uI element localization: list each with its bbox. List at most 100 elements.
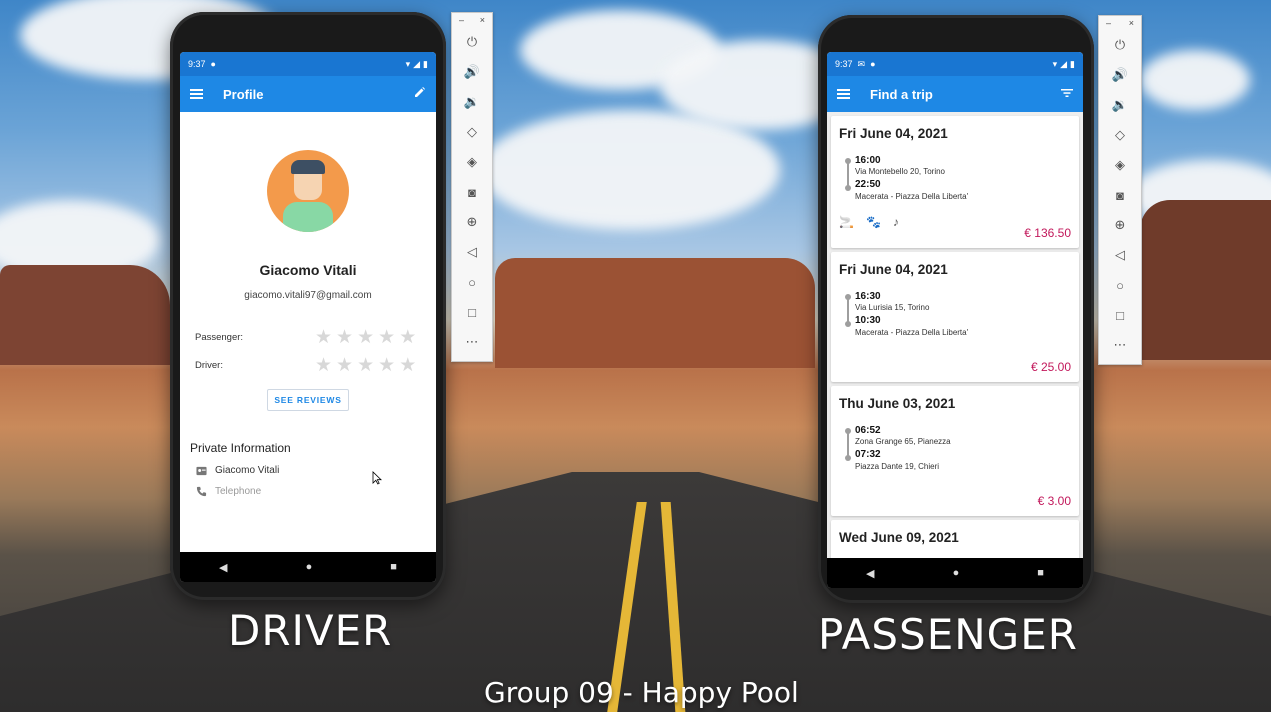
notification-icon: ● xyxy=(870,59,876,69)
star-icon: ★ xyxy=(357,326,375,348)
trip-list: Fri June 04, 2021 16:00 Via Montebello 2… xyxy=(827,112,1083,558)
star-icon: ★ xyxy=(399,326,417,348)
private-name: Giacomo Vitali xyxy=(215,465,280,476)
passenger-rating-row: Passenger: ★ ★ ★ ★ ★ xyxy=(180,323,436,351)
signal-icon: ◢ xyxy=(1060,58,1068,69)
trip-price: € 136.50 xyxy=(1024,226,1071,240)
home-icon[interactable]: ● xyxy=(953,567,960,579)
minimize-icon[interactable]: – xyxy=(1106,18,1111,28)
volume-down-icon[interactable]: 🔉 xyxy=(1099,90,1141,120)
toolbar-title: Profile xyxy=(223,86,264,102)
rotate-right-icon[interactable]: ◈ xyxy=(452,147,492,177)
camera-icon[interactable]: ◙ xyxy=(452,177,492,207)
rating-label: Driver: xyxy=(195,359,223,371)
profile-email: giacomo.vitali97@gmail.com xyxy=(244,290,372,301)
pets-icon: 🐾 xyxy=(865,215,881,229)
rotate-left-icon[interactable]: ◇ xyxy=(1099,120,1141,150)
telephone-row[interactable]: Telephone xyxy=(196,486,436,497)
arrival-place: Piazza Dante 19, Chieri xyxy=(855,462,940,471)
trip-price: € 3.00 xyxy=(1037,494,1071,508)
mail-icon: ✉ xyxy=(857,58,866,69)
overview-icon[interactable]: ■ xyxy=(390,561,397,573)
departure-place: Zona Grange 65, Pianezza xyxy=(855,437,951,446)
overview-icon[interactable]: ■ xyxy=(1037,567,1044,579)
passenger-phone: 9:37 ✉ ● ▾ ◢ ▮ Find a trip Fri June 04, … xyxy=(818,15,1094,603)
overview-icon[interactable]: □ xyxy=(1099,300,1141,330)
volume-up-icon[interactable]: 🔊 xyxy=(452,57,492,87)
zoom-icon[interactable]: ⊕ xyxy=(1099,210,1141,240)
trip-date: Fri June 04, 2021 xyxy=(839,262,948,277)
power-icon[interactable]: ⏻ xyxy=(452,27,492,57)
see-reviews-button[interactable]: SEE REVIEWS xyxy=(267,389,349,411)
home-icon[interactable]: ○ xyxy=(1099,270,1141,300)
driver-phone: 9:37 ● ▾ ◢ ▮ Profile Giacomo Vitali giac… xyxy=(170,12,446,600)
status-bar: 9:37 ✉ ● ▾ ◢ ▮ xyxy=(827,52,1083,76)
trip-card[interactable]: Fri June 04, 2021 16:30 Via Lurisia 15, … xyxy=(831,252,1079,382)
back-icon[interactable]: ◁ xyxy=(452,237,492,267)
driver-caption: DRIVER xyxy=(228,606,393,655)
more-icon[interactable]: ⋯ xyxy=(1099,330,1141,360)
more-icon[interactable]: ⋯ xyxy=(452,327,492,357)
wifi-icon: ▾ xyxy=(1052,58,1058,69)
rotate-left-icon[interactable]: ◇ xyxy=(452,117,492,147)
departure-time: 16:30 xyxy=(855,291,881,302)
home-icon[interactable]: ● xyxy=(306,561,313,573)
back-icon[interactable]: ◀ xyxy=(219,561,227,574)
status-icons: ▾ ◢ ▮ xyxy=(406,59,428,70)
app-toolbar: Find a trip xyxy=(827,76,1083,112)
arrival-time: 07:32 xyxy=(855,449,881,460)
star-icon: ★ xyxy=(399,354,417,376)
badge-icon xyxy=(196,466,207,476)
telephone-field[interactable]: Telephone xyxy=(215,486,261,497)
avatar xyxy=(267,150,349,232)
arrival-place: Macerata - Piazza Della Liberta' xyxy=(855,192,969,201)
zoom-icon[interactable]: ⊕ xyxy=(452,207,492,237)
home-icon[interactable]: ○ xyxy=(452,267,492,297)
private-name-row: Giacomo Vitali xyxy=(196,465,436,476)
pencil-icon[interactable] xyxy=(414,85,426,103)
trip-card[interactable]: Thu June 03, 2021 06:52 Zona Grange 65, … xyxy=(831,386,1079,516)
trip-date: Fri June 04, 2021 xyxy=(839,126,948,141)
close-icon[interactable]: × xyxy=(480,15,485,25)
battery-icon: ▮ xyxy=(423,58,428,69)
close-icon[interactable]: × xyxy=(1129,18,1134,28)
rating-label: Passenger: xyxy=(195,331,244,343)
minimize-icon[interactable]: – xyxy=(459,15,464,25)
overview-icon[interactable]: □ xyxy=(452,297,492,327)
status-time: 9:37 xyxy=(835,59,853,69)
status-bar: 9:37 ● ▾ ◢ ▮ xyxy=(180,52,436,76)
driver-screen: 9:37 ● ▾ ◢ ▮ Profile Giacomo Vitali giac… xyxy=(180,52,436,582)
android-nav-bar: ◀ ● ■ xyxy=(180,552,436,582)
power-icon[interactable]: ⏻ xyxy=(1099,30,1141,60)
departure-place: Via Lurisia 15, Torino xyxy=(855,303,930,312)
battery-icon: ▮ xyxy=(1070,58,1075,69)
departure-time: 06:52 xyxy=(855,425,881,436)
status-icons: ▾ ◢ ▮ xyxy=(1053,59,1075,70)
departure-place: Via Montebello 20, Torino xyxy=(855,167,945,176)
trip-card[interactable]: Wed June 09, 2021 xyxy=(831,520,1079,558)
private-info-title: Private Information xyxy=(190,441,291,455)
menu-icon[interactable] xyxy=(837,89,850,99)
profile-name: Giacomo Vitali xyxy=(259,262,357,278)
wifi-icon: ▾ xyxy=(405,58,411,69)
star-icon: ★ xyxy=(315,354,333,376)
camera-icon[interactable]: ◙ xyxy=(1099,180,1141,210)
filter-icon[interactable] xyxy=(1061,85,1073,103)
star-icon: ★ xyxy=(378,354,396,376)
volume-up-icon[interactable]: 🔊 xyxy=(1099,60,1141,90)
rotate-right-icon[interactable]: ◈ xyxy=(1099,150,1141,180)
trip-card[interactable]: Fri June 04, 2021 16:00 Via Montebello 2… xyxy=(831,116,1079,248)
volume-down-icon[interactable]: 🔉 xyxy=(452,87,492,117)
back-icon[interactable]: ◁ xyxy=(1099,240,1141,270)
trip-date: Wed June 09, 2021 xyxy=(839,530,959,545)
back-icon[interactable]: ◀ xyxy=(866,567,874,580)
star-icon: ★ xyxy=(357,354,375,376)
toolbar-title: Find a trip xyxy=(870,86,933,102)
signal-icon: ◢ xyxy=(413,58,421,69)
trip-route: 16:00 Via Montebello 20, Torino 22:50 Ma… xyxy=(845,155,1071,201)
trip-date: Thu June 03, 2021 xyxy=(839,396,956,411)
smoking-icon: 🚬 xyxy=(839,215,854,229)
menu-icon[interactable] xyxy=(190,89,203,99)
notification-icon: ● xyxy=(210,59,216,69)
star-icon: ★ xyxy=(336,354,354,376)
